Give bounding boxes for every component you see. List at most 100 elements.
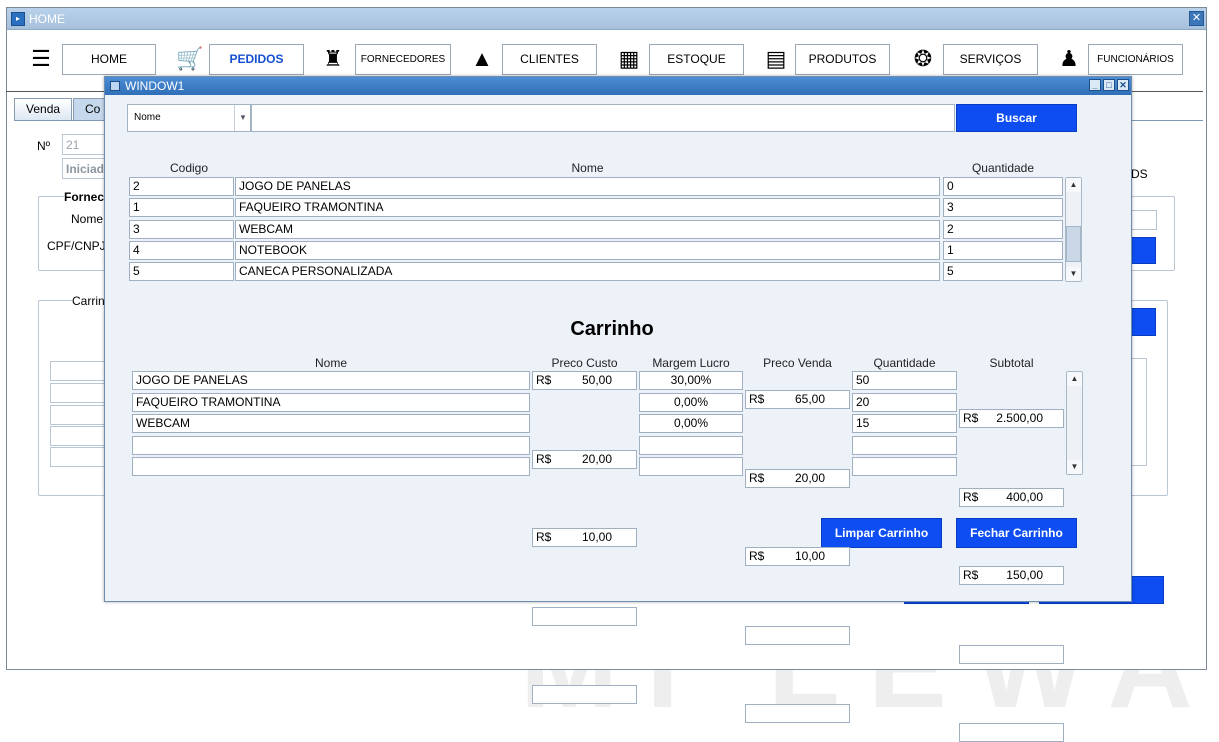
cart-cell-custo[interactable]: R$ 50,00 (532, 371, 637, 390)
scroll-down-icon[interactable]: ▼ (1066, 267, 1081, 281)
tab-label: Venda (26, 102, 61, 116)
fechar-carrinho-button[interactable]: Fechar Carrinho (956, 518, 1077, 548)
cart-cell-subtotal[interactable] (959, 723, 1064, 742)
products-cell-quantidade[interactable]: 0 (943, 177, 1063, 196)
numero-label: Nº (37, 139, 51, 153)
scroll-up-icon[interactable]: ▲ (1067, 372, 1082, 386)
buscar-button[interactable]: Buscar (956, 104, 1077, 132)
cart-cell-venda[interactable]: R$ 10,00 (745, 547, 850, 566)
nav-button-produtos[interactable]: PRODUTOS (795, 44, 890, 75)
scroll-thumb[interactable] (1066, 226, 1081, 262)
cart-cell-subtotal[interactable]: R$ 150,00 (959, 566, 1064, 585)
nav-button-home[interactable]: HOME (62, 44, 156, 75)
currency-label: R$ (749, 470, 765, 485)
products-cell-quantidade[interactable]: 2 (943, 219, 1063, 239)
currency-label: R$ (963, 489, 979, 504)
cart-cell-margem[interactable]: 0,00% (639, 414, 743, 433)
products-cell-nome[interactable]: WEBCAM (235, 219, 940, 239)
cart-cell-custo[interactable]: R$ 10,00 (532, 528, 637, 547)
products-cell-nome[interactable]: NOTEBOOK (235, 240, 940, 260)
products-scrollbar[interactable]: ▲ ▼ (1065, 177, 1082, 282)
nav-button-fornecedores[interactable]: FORNECEDORES (355, 44, 451, 75)
nome-label: Nome (71, 212, 104, 226)
currency-label: R$ (536, 451, 552, 466)
currency-label: R$ (963, 568, 979, 582)
bg-right-button-2 (1131, 308, 1156, 336)
products-header-codigo: Codigo (169, 161, 209, 175)
cart-cell-venda[interactable]: R$ 20,00 (745, 468, 850, 488)
products-header-nome: Nome (571, 161, 604, 175)
nav-button-clientes[interactable]: CLIENTES (502, 44, 597, 75)
nav-button-funcionários[interactable]: FUNCIONÁRIOS (1088, 44, 1183, 75)
products-cell-codigo[interactable]: 3 (129, 219, 234, 239)
bg-cart-cell (50, 383, 110, 403)
scroll-down-icon[interactable]: ▼ (1067, 460, 1082, 474)
cart-cell-custo[interactable] (532, 685, 637, 704)
cart-cell-nome[interactable]: WEBCAM (132, 414, 530, 433)
close-icon[interactable]: ✕ (1117, 79, 1129, 91)
search-field-select[interactable]: Nome ▼ (127, 104, 251, 132)
cart-cell-margem[interactable] (639, 457, 743, 476)
products-cell-codigo[interactable]: 4 (129, 240, 234, 260)
products-icon: ▤ (765, 46, 787, 71)
amount-value: 10,00 (794, 549, 825, 563)
cart-cell-nome[interactable] (132, 435, 530, 455)
products-cell-nome[interactable]: FAQUEIRO TRAMONTINA (235, 198, 940, 218)
amount-value: 10,00 (581, 530, 612, 544)
cart-cell-margem[interactable] (639, 435, 743, 455)
maximize-icon[interactable]: □ (1103, 79, 1115, 91)
cart-cell-venda[interactable] (745, 625, 850, 645)
products-cell-quantidade[interactable]: 5 (943, 262, 1063, 282)
cart-cell-margem[interactable]: 0,00% (639, 392, 743, 412)
amount-value: 20,00 (794, 470, 825, 485)
cart-cell-quantidade[interactable]: 20 (852, 392, 957, 412)
bg-cart-cell (50, 447, 110, 467)
products-cell-quantidade[interactable]: 3 (943, 198, 1063, 218)
bg-right-button (1131, 237, 1156, 264)
products-cell-nome[interactable]: CANECA PERSONALIZADA (235, 262, 940, 282)
scroll-up-icon[interactable]: ▲ (1066, 178, 1081, 192)
cart-cell-custo[interactable]: R$ 20,00 (532, 449, 637, 469)
bg-right-scroll (1131, 358, 1147, 466)
cart-cell-quantidade[interactable]: 50 (852, 371, 957, 390)
cart-cell-subtotal[interactable] (959, 644, 1064, 664)
amount-value: 50,00 (581, 373, 612, 387)
cart-cell-subtotal[interactable]: R$ 2.500,00 (959, 409, 1064, 428)
limpar-carrinho-button[interactable]: Limpar Carrinho (821, 518, 942, 548)
cart-cell-venda[interactable]: R$ 65,00 (745, 390, 850, 409)
amount-value: 150,00 (1006, 568, 1043, 582)
minimize-icon[interactable]: _ (1089, 79, 1101, 91)
nav-button-pedidos[interactable]: PEDIDOS (209, 44, 304, 75)
window1-titlebar[interactable]: WINDOW1 _ □ ✕ (105, 77, 1131, 95)
products-cell-codigo[interactable]: 1 (129, 198, 234, 218)
products-cell-codigo[interactable]: 5 (129, 262, 234, 282)
currency-label: R$ (749, 549, 765, 563)
cart-cell-quantidade[interactable] (852, 435, 957, 455)
services-icon: ❂ (913, 46, 933, 71)
cart-cell-subtotal[interactable]: R$ 400,00 (959, 487, 1064, 507)
bg-right-label: DS (1131, 167, 1148, 181)
cart-cell-venda[interactable] (745, 704, 850, 723)
nav-button-estoque[interactable]: ESTOQUE (649, 44, 744, 75)
cart-header-custo: Preco Custo (551, 356, 618, 370)
cart-cell-margem[interactable]: 30,00% (639, 371, 743, 390)
tab-venda[interactable]: Venda (14, 98, 72, 120)
products-cell-codigo[interactable]: 2 (129, 177, 234, 196)
carrinho-group-label: Carrin (72, 294, 105, 308)
cart-cell-nome[interactable] (132, 457, 530, 476)
cart-cell-quantidade[interactable]: 15 (852, 414, 957, 433)
products-cell-nome[interactable]: JOGO DE PANELAS (235, 177, 940, 196)
window-icon (110, 81, 120, 91)
cart-cell-nome[interactable]: FAQUEIRO TRAMONTINA (132, 392, 530, 412)
close-icon[interactable]: ✕ (1189, 11, 1204, 26)
cart-header-margem: Margem Lucro (652, 356, 730, 370)
cart-cell-quantidade[interactable] (852, 457, 957, 476)
chevron-down-icon[interactable]: ▼ (234, 105, 251, 131)
search-field-value: Nome (134, 112, 161, 123)
cart-scrollbar[interactable]: ▲ ▼ (1066, 371, 1083, 475)
cart-cell-custo[interactable] (532, 606, 637, 626)
cart-cell-nome[interactable]: JOGO DE PANELAS (132, 371, 530, 390)
nav-button-serviços[interactable]: SERVIÇOS (943, 44, 1038, 75)
products-cell-quantidade[interactable]: 1 (943, 240, 1063, 260)
search-input[interactable] (251, 104, 955, 132)
